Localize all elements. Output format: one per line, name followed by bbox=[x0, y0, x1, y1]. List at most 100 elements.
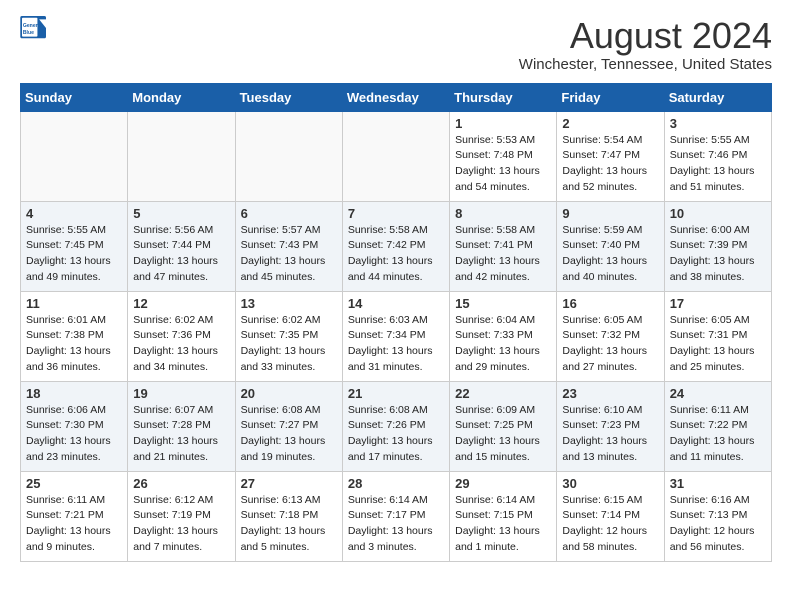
svg-text:Blue: Blue bbox=[23, 30, 34, 36]
calendar-cell: 2Sunrise: 5:54 AMSunset: 7:47 PMDaylight… bbox=[557, 111, 664, 201]
calendar-cell bbox=[21, 111, 128, 201]
day-number: 14 bbox=[348, 296, 444, 311]
day-number: 28 bbox=[348, 476, 444, 491]
day-number: 8 bbox=[455, 206, 551, 221]
svg-text:General: General bbox=[23, 23, 43, 29]
calendar-cell: 14 Sunrise: 6:03 AMSunset: 7:34 PMDayligh… bbox=[342, 291, 449, 381]
calendar-cell bbox=[235, 111, 342, 201]
calendar-cell: 20 Sunrise: 6:08 AMSunset: 7:27 PMDayligh… bbox=[235, 381, 342, 471]
day-info: Sunrise: 5:55 AMSunset: 7:46 PMDaylight:… bbox=[670, 133, 766, 196]
day-number: 16 bbox=[562, 296, 658, 311]
day-number: 15 bbox=[455, 296, 551, 311]
day-number: 3 bbox=[670, 116, 766, 131]
day-info: Sunrise: 6:05 AMSunset: 7:32 PMDaylight:… bbox=[562, 313, 658, 376]
calendar-cell: 21 Sunrise: 6:08 AMSunset: 7:26 PMDayligh… bbox=[342, 381, 449, 471]
calendar-cell: 6 Sunrise: 5:57 AMSunset: 7:43 PMDaylight… bbox=[235, 201, 342, 291]
day-info: Sunrise: 6:09 AMSunset: 7:25 PMDaylight:… bbox=[455, 403, 551, 466]
day-number: 21 bbox=[348, 386, 444, 401]
calendar-cell: 22 Sunrise: 6:09 AMSunset: 7:25 PMDayligh… bbox=[450, 381, 557, 471]
calendar-cell: 19Sunrise: 6:07 AMSunset: 7:28 PMDayligh… bbox=[128, 381, 235, 471]
day-number: 19 bbox=[133, 386, 229, 401]
calendar-cell: 9 Sunrise: 5:59 AMSunset: 7:40 PMDaylight… bbox=[557, 201, 664, 291]
day-number: 17 bbox=[670, 296, 766, 311]
day-info: Sunrise: 6:01 AMSunset: 7:38 PMDaylight:… bbox=[26, 313, 122, 376]
weekday-header: Monday bbox=[128, 83, 235, 111]
day-number: 10 bbox=[670, 206, 766, 221]
day-info: Sunrise: 6:11 AMSunset: 7:21 PMDaylight:… bbox=[26, 493, 122, 556]
day-info: Sunrise: 6:00 AMSunset: 7:39 PMDaylight:… bbox=[670, 223, 766, 286]
day-number: 20 bbox=[241, 386, 337, 401]
day-number: 29 bbox=[455, 476, 551, 491]
day-number: 9 bbox=[562, 206, 658, 221]
day-info: Sunrise: 6:03 AMSunset: 7:34 PMDaylight:… bbox=[348, 313, 444, 376]
day-info: Sunrise: 6:02 AMSunset: 7:36 PMDaylight:… bbox=[133, 313, 229, 376]
day-number: 5 bbox=[133, 206, 229, 221]
calendar-cell: 5 Sunrise: 5:56 AMSunset: 7:44 PMDaylight… bbox=[128, 201, 235, 291]
day-info: Sunrise: 6:08 AMSunset: 7:27 PMDaylight:… bbox=[241, 403, 337, 466]
day-info: Sunrise: 6:08 AMSunset: 7:26 PMDaylight:… bbox=[348, 403, 444, 466]
calendar-cell: 26Sunrise: 6:12 AMSunset: 7:19 PMDayligh… bbox=[128, 471, 235, 561]
day-number: 1 bbox=[455, 116, 551, 131]
calendar-cell: 17 Sunrise: 6:05 AMSunset: 7:31 PMDayligh… bbox=[664, 291, 771, 381]
day-number: 30 bbox=[562, 476, 658, 491]
calendar-cell: 31 Sunrise: 6:16 AMSunset: 7:13 PMDayligh… bbox=[664, 471, 771, 561]
calendar-week-row: 25 Sunrise: 6:11 AMSunset: 7:21 PMDayligh… bbox=[21, 471, 772, 561]
day-number: 25 bbox=[26, 476, 122, 491]
month-title: August 2024 bbox=[519, 16, 772, 56]
calendar-cell: 29 Sunrise: 6:14 AMSunset: 7:15 PMDayligh… bbox=[450, 471, 557, 561]
day-info: Sunrise: 6:16 AMSunset: 7:13 PMDaylight:… bbox=[670, 493, 766, 556]
weekday-header: Wednesday bbox=[342, 83, 449, 111]
calendar-cell: 27 Sunrise: 6:13 AMSunset: 7:18 PMDayligh… bbox=[235, 471, 342, 561]
day-info: Sunrise: 6:04 AMSunset: 7:33 PMDaylight:… bbox=[455, 313, 551, 376]
day-number: 18 bbox=[26, 386, 122, 401]
calendar-week-row: 18 Sunrise: 6:06 AMSunset: 7:30 PMDayligh… bbox=[21, 381, 772, 471]
day-info: Sunrise: 6:12 AMSunset: 7:19 PMDaylight:… bbox=[133, 493, 229, 556]
day-number: 4 bbox=[26, 206, 122, 221]
day-number: 31 bbox=[670, 476, 766, 491]
logo-icon: General Blue bbox=[20, 16, 48, 40]
day-info: Sunrise: 5:58 AMSunset: 7:42 PMDaylight:… bbox=[348, 223, 444, 286]
day-number: 11 bbox=[26, 296, 122, 311]
calendar-cell: 3 Sunrise: 5:55 AMSunset: 7:46 PMDaylight… bbox=[664, 111, 771, 201]
day-info: Sunrise: 6:06 AMSunset: 7:30 PMDaylight:… bbox=[26, 403, 122, 466]
calendar-cell: 13 Sunrise: 6:02 AMSunset: 7:35 PMDayligh… bbox=[235, 291, 342, 381]
day-info: Sunrise: 6:14 AMSunset: 7:15 PMDaylight:… bbox=[455, 493, 551, 556]
day-number: 6 bbox=[241, 206, 337, 221]
calendar-week-row: 11 Sunrise: 6:01 AMSunset: 7:38 PMDayligh… bbox=[21, 291, 772, 381]
day-info: Sunrise: 5:53 AMSunset: 7:48 PMDaylight:… bbox=[455, 133, 551, 196]
day-info: Sunrise: 5:59 AMSunset: 7:40 PMDaylight:… bbox=[562, 223, 658, 286]
day-info: Sunrise: 6:10 AMSunset: 7:23 PMDaylight:… bbox=[562, 403, 658, 466]
day-number: 7 bbox=[348, 206, 444, 221]
day-number: 27 bbox=[241, 476, 337, 491]
calendar-cell: 23Sunrise: 6:10 AMSunset: 7:23 PMDayligh… bbox=[557, 381, 664, 471]
calendar-cell: 15 Sunrise: 6:04 AMSunset: 7:33 PMDayligh… bbox=[450, 291, 557, 381]
day-info: Sunrise: 6:14 AMSunset: 7:17 PMDaylight:… bbox=[348, 493, 444, 556]
day-number: 22 bbox=[455, 386, 551, 401]
weekday-header: Tuesday bbox=[235, 83, 342, 111]
day-info: Sunrise: 5:57 AMSunset: 7:43 PMDaylight:… bbox=[241, 223, 337, 286]
calendar-cell: 25 Sunrise: 6:11 AMSunset: 7:21 PMDayligh… bbox=[21, 471, 128, 561]
day-number: 12 bbox=[133, 296, 229, 311]
calendar-week-row: 4Sunrise: 5:55 AMSunset: 7:45 PMDaylight… bbox=[21, 201, 772, 291]
calendar-cell: 8Sunrise: 5:58 AMSunset: 7:41 PMDaylight… bbox=[450, 201, 557, 291]
calendar-cell bbox=[128, 111, 235, 201]
calendar-cell: 1 Sunrise: 5:53 AMSunset: 7:48 PMDaylight… bbox=[450, 111, 557, 201]
weekday-header: Thursday bbox=[450, 83, 557, 111]
day-info: Sunrise: 6:13 AMSunset: 7:18 PMDaylight:… bbox=[241, 493, 337, 556]
day-info: Sunrise: 5:56 AMSunset: 7:44 PMDaylight:… bbox=[133, 223, 229, 286]
calendar-week-row: 1 Sunrise: 5:53 AMSunset: 7:48 PMDaylight… bbox=[21, 111, 772, 201]
weekday-header-row: SundayMondayTuesdayWednesdayThursdayFrid… bbox=[21, 83, 772, 111]
calendar-cell: 28 Sunrise: 6:14 AMSunset: 7:17 PMDayligh… bbox=[342, 471, 449, 561]
day-info: Sunrise: 5:54 AMSunset: 7:47 PMDaylight:… bbox=[562, 133, 658, 196]
calendar-cell: 18 Sunrise: 6:06 AMSunset: 7:30 PMDayligh… bbox=[21, 381, 128, 471]
calendar-cell: 11 Sunrise: 6:01 AMSunset: 7:38 PMDayligh… bbox=[21, 291, 128, 381]
calendar-cell: 4Sunrise: 5:55 AMSunset: 7:45 PMDaylight… bbox=[21, 201, 128, 291]
calendar-cell: 10 Sunrise: 6:00 AMSunset: 7:39 PMDayligh… bbox=[664, 201, 771, 291]
page-header: General Blue August 2024 Winchester, Ten… bbox=[20, 16, 772, 73]
title-block: August 2024 Winchester, Tennessee, Unite… bbox=[519, 16, 772, 73]
day-info: Sunrise: 6:02 AMSunset: 7:35 PMDaylight:… bbox=[241, 313, 337, 376]
day-number: 13 bbox=[241, 296, 337, 311]
day-info: Sunrise: 6:05 AMSunset: 7:31 PMDaylight:… bbox=[670, 313, 766, 376]
calendar-cell: 24Sunrise: 6:11 AMSunset: 7:22 PMDayligh… bbox=[664, 381, 771, 471]
location: Winchester, Tennessee, United States bbox=[519, 56, 772, 73]
